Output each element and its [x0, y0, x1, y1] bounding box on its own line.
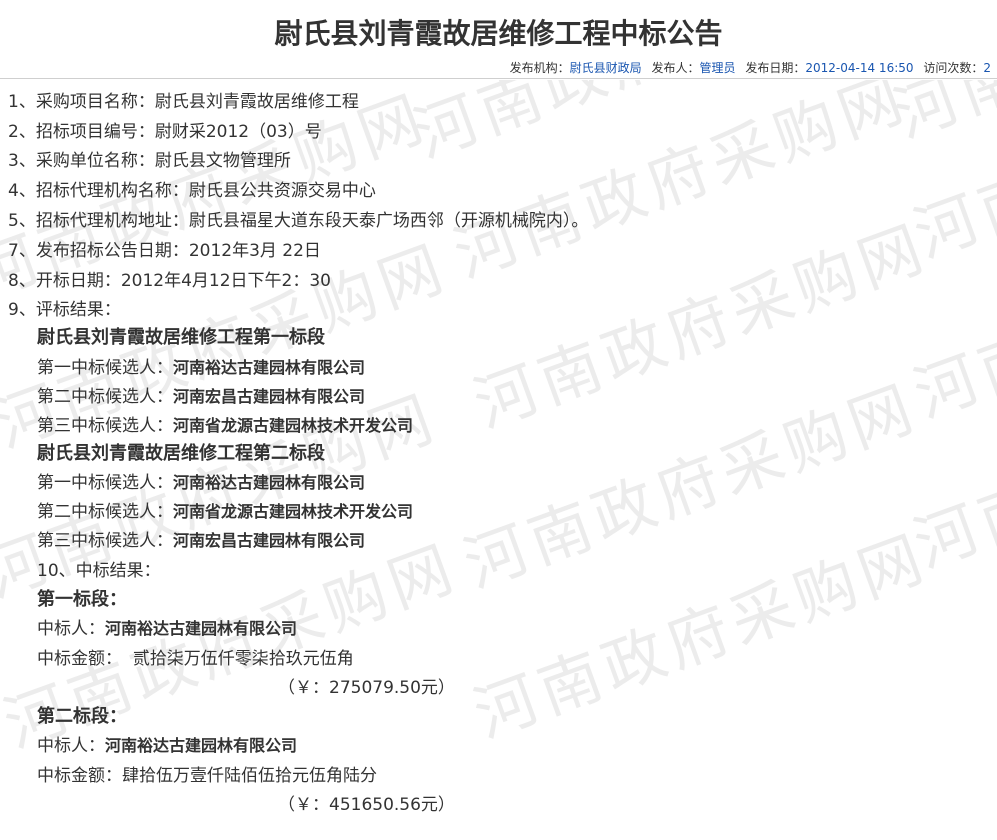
- lot1-winner-row: 中标人：河南裕达古建园林有限公司: [37, 614, 297, 639]
- info-line: 1、采购项目名称：尉氏县刘青霞故居维修工程: [8, 92, 359, 112]
- watermark-text: 河南政府采购网: [880, 80, 997, 155]
- date-label: 发布日期：: [745, 61, 806, 75]
- candidate-company: 河南裕达古建园林有限公司: [173, 473, 366, 492]
- announcement-body: 1、采购项目名称：尉氏县刘青霞故居维修工程 2、招标项目编号：尉财采2012（0…: [0, 79, 997, 815]
- amount-words: 肆拾伍万壹仟陆佰伍拾元伍角陆分: [122, 766, 377, 786]
- winner-company: 河南裕达古建园林有限公司: [105, 736, 298, 755]
- winner-company: 河南裕达古建园林有限公司: [105, 619, 298, 638]
- publish-meta-bar: 发布机构：尉氏县财政局 发布人：管理员 发布日期：2012-04-14 16:5…: [0, 52, 997, 79]
- amount-words: 贰拾柒万伍仟零柒拾玖元伍角: [132, 649, 354, 669]
- watermark-text: 河南政府采购网: [464, 520, 938, 752]
- lot2-award-title: 第二标段：: [37, 706, 127, 727]
- page-title: 尉氏县刘青霞故居维修工程中标公告: [274, 17, 723, 50]
- candidate-row: 第二中标候选人：河南省龙源古建园林技术开发公司: [37, 497, 413, 522]
- candidate-label: 第三中标候选人：: [37, 531, 173, 551]
- lot2-winner-row: 中标人：河南裕达古建园林有限公司: [37, 731, 297, 756]
- award-heading: 10、中标结果：: [37, 561, 161, 581]
- amount-label: 中标金额：: [37, 766, 122, 786]
- watermark-text: 河南政府采购网: [904, 80, 997, 272]
- lot1-section-title: 尉氏县刘青霞故居维修工程第一标段: [37, 327, 325, 348]
- candidate-company: 河南裕达古建园林有限公司: [173, 358, 366, 377]
- lot1-amount-number: （￥：275079.50元）: [278, 678, 455, 698]
- info-line: 8、开标日期：2012年4月12日下午2：30: [8, 271, 331, 291]
- watermark-text: 河南政府采购网: [464, 210, 938, 442]
- winner-label: 中标人：: [37, 736, 105, 756]
- visits-label: 访问次数：: [923, 61, 984, 75]
- watermark-text: 河南政府采购网: [400, 80, 878, 175]
- lot2-amount-row: 中标金额：肆拾伍万壹仟陆佰伍拾元伍角陆分: [37, 761, 377, 786]
- amount-label: 中标金额：: [37, 649, 122, 669]
- candidate-row: 第二中标候选人：河南宏昌古建园林有限公司: [37, 382, 365, 407]
- lot1-amount-row: 中标金额： 贰拾柒万伍仟零柒拾玖元伍角: [37, 644, 354, 669]
- watermark-text: 河南政府采购网: [904, 350, 997, 582]
- candidate-label: 第二中标候选人：: [37, 502, 173, 522]
- publisher-link[interactable]: 管理员: [700, 61, 736, 75]
- watermark-text: 河南政府采购网: [444, 80, 918, 292]
- info-line: 5、招标代理机构地址：尉氏县福星大道东段天泰广场西邻（开源机械院内）。: [8, 211, 589, 231]
- org-link[interactable]: 尉氏县财政局: [570, 61, 642, 75]
- candidate-company: 河南省龙源古建园林技术开发公司: [173, 416, 414, 435]
- info-line: 7、发布招标公告日期：2012年3月 22日: [8, 241, 321, 261]
- info-line: 9、评标结果：: [8, 300, 121, 320]
- candidate-label: 第一中标候选人：: [37, 473, 173, 493]
- org-label: 发布机构：: [509, 61, 570, 75]
- watermark-text: 河南政府采购网: [454, 370, 928, 602]
- publisher-label: 发布人：: [651, 61, 700, 75]
- winner-label: 中标人：: [37, 619, 105, 639]
- lot2-section-title: 尉氏县刘青霞故居维修工程第二标段: [37, 443, 325, 464]
- lot1-award-title: 第一标段：: [37, 589, 127, 610]
- visits-value: 2: [983, 61, 991, 75]
- candidate-label: 第二中标候选人：: [37, 387, 173, 407]
- candidate-label: 第一中标候选人：: [37, 358, 173, 378]
- candidate-row: 第一中标候选人：河南裕达古建园林有限公司: [37, 353, 365, 378]
- candidate-company: 河南宏昌古建园林有限公司: [173, 387, 366, 406]
- candidate-row: 第一中标候选人：河南裕达古建园林有限公司: [37, 468, 365, 493]
- watermark-text: 河南政府采购网: [904, 200, 997, 432]
- info-line: 4、招标代理机构名称：尉氏县公共资源交易中心: [8, 181, 376, 201]
- candidate-row: 第三中标候选人：河南宏昌古建园林有限公司: [37, 526, 365, 551]
- lot2-amount-number: （￥：451650.56元）: [278, 795, 455, 815]
- date-value: 2012-04-14 16:50: [805, 61, 914, 75]
- candidate-label: 第三中标候选人：: [37, 416, 173, 436]
- info-line: 3、采购单位名称：尉氏县文物管理所: [8, 151, 291, 171]
- candidate-company: 河南省龙源古建园林技术开发公司: [173, 502, 414, 521]
- candidate-company: 河南宏昌古建园林有限公司: [173, 531, 366, 550]
- candidate-row: 第三中标候选人：河南省龙源古建园林技术开发公司: [37, 411, 413, 436]
- info-line: 2、招标项目编号：尉财采2012（03）号: [8, 122, 322, 142]
